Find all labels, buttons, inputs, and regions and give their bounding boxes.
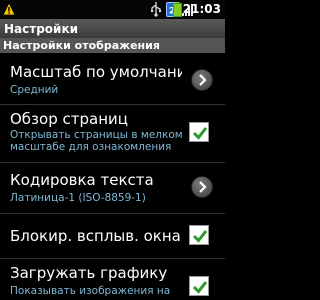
page-title: Настройки bbox=[4, 22, 79, 36]
checkbox-checked[interactable] bbox=[189, 225, 209, 245]
setting-text-encoding[interactable]: Кодировка текста Латиница-1 (ISO-8859-1) bbox=[0, 163, 225, 213]
clock: 21:03 bbox=[182, 2, 221, 16]
setting-load-images[interactable]: Загружать графику Показывать изображения… bbox=[0, 259, 225, 300]
setting-subtitle-line-2: масштабе для ознакомления bbox=[10, 141, 172, 153]
setting-title: Загружать графику bbox=[10, 264, 168, 282]
checkbox-checked[interactable] bbox=[189, 276, 209, 296]
section-header-label: Настройки отображения bbox=[3, 39, 160, 52]
section-header: Настройки отображения bbox=[0, 38, 225, 53]
checkbox-checked[interactable] bbox=[189, 122, 209, 142]
battery-icon bbox=[173, 2, 182, 17]
setting-subtitle: Показывать изображения на bbox=[10, 285, 171, 297]
setting-subtitle: Средний bbox=[10, 84, 59, 96]
usb-icon bbox=[151, 2, 162, 17]
setting-subtitle: Латиница-1 (ISO-8859-1) bbox=[10, 192, 146, 204]
setting-default-zoom[interactable]: Масштаб по умолчанию Средний bbox=[0, 54, 225, 104]
chevron-right-icon[interactable] bbox=[191, 69, 213, 91]
status-bar: 2 21:03 bbox=[0, 0, 225, 19]
setting-title: Масштаб по умолчанию bbox=[10, 63, 182, 81]
setting-title: Кодировка текста bbox=[10, 171, 154, 189]
setting-page-overview[interactable]: Обзор страниц Открывать страницы в мелко… bbox=[0, 105, 225, 162]
chevron-right-icon[interactable] bbox=[191, 176, 213, 198]
setting-title: Блокир. всплыв. окна bbox=[10, 227, 181, 245]
title-bar: Настройки bbox=[0, 19, 225, 39]
warning-icon bbox=[2, 2, 16, 16]
setting-title: Обзор страниц bbox=[10, 110, 128, 128]
setting-subtitle-line-1: Открывать страницы в мелком bbox=[10, 129, 183, 141]
setting-block-popups[interactable]: Блокир. всплыв. окна bbox=[0, 214, 225, 258]
